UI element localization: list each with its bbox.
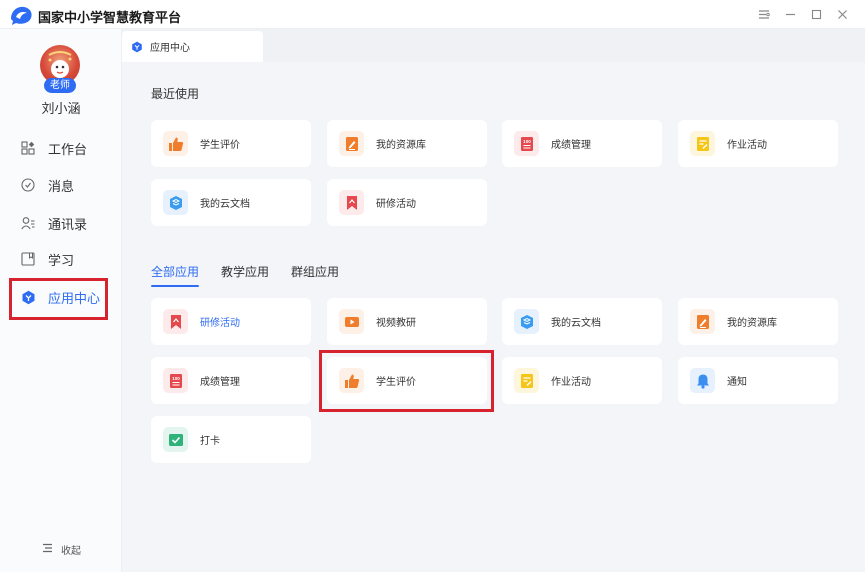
title-bar: 国家中小学智慧教育平台 [0,0,865,29]
workbench-icon [20,140,36,156]
svg-text:100: 100 [523,139,531,144]
app-card[interactable]: 视频教研 [327,298,487,345]
main-content: 最近使用 学生评价 我的资源库 100 成绩管理 作业活动 我的云文档 研修活动… [122,62,865,572]
app-card[interactable]: 研修活动 [151,298,311,345]
grade-management-icon: 100 [514,131,539,156]
app-label: 研修活动 [200,318,240,329]
app-label: 通知 [727,377,747,388]
app-label: 打卡 [200,436,220,447]
sidebar-item-contacts[interactable]: 通讯录 [20,212,87,234]
bookmark-icon [339,190,364,215]
recent-app-card[interactable]: 我的云文档 [151,179,311,226]
bell-icon [690,368,715,393]
svg-text:100: 100 [172,376,180,381]
category-tabs: 全部应用 教学应用 群组应用 [151,263,361,287]
app-label: 作业活动 [727,140,767,151]
recent-app-card[interactable]: 我的资源库 [327,120,487,167]
app-label: 成绩管理 [551,140,591,151]
close-icon[interactable] [833,5,851,23]
app-card[interactable]: 打卡 [151,416,311,463]
contacts-icon [20,215,36,231]
recent-app-card[interactable]: 作业活动 [678,120,838,167]
thumbs-up-icon [339,368,364,393]
bookmark-icon [163,309,188,334]
message-icon [20,177,36,193]
sidebar-item-label: 学习 [48,252,75,268]
app-label: 作业活动 [551,377,591,388]
app-card[interactable]: 作业活动 [502,357,662,404]
app-label: 我的云文档 [551,318,601,329]
sidebar-item-app-center[interactable]: 应用中心 [20,286,100,308]
cloud-doc-icon [514,309,539,334]
role-badge: 老师 [44,78,76,93]
maximize-icon[interactable] [807,5,825,23]
app-label: 我的云文档 [200,199,250,210]
tab-label: 应用中心 [150,43,190,54]
tab-group-apps[interactable]: 群组应用 [291,263,339,287]
grade-management-icon: 100 [163,368,188,393]
tab-strip: 应用中心 [122,29,865,62]
tab-app-center[interactable]: 应用中心 [122,31,263,62]
tab-teaching-apps[interactable]: 教学应用 [221,263,269,287]
sidebar-item-label: 消息 [48,178,75,194]
sidebar-item-label: 应用中心 [48,290,101,306]
app-card[interactable]: 100 成绩管理 [151,357,311,404]
collapse-label: 收起 [61,546,81,557]
platform-logo-icon [11,6,32,26]
app-label: 我的资源库 [727,318,777,329]
app-label: 视频教研 [376,318,416,329]
sidebar-item-workbench[interactable]: 工作台 [20,137,87,159]
collapse-icon [42,543,53,556]
resource-library-icon [339,131,364,156]
sidebar-item-label: 工作台 [48,141,88,157]
homework-icon [690,131,715,156]
app-label: 学生评价 [200,140,240,151]
check-in-icon [163,427,188,452]
app-label: 成绩管理 [200,377,240,388]
app-label: 学生评价 [376,377,416,388]
collapse-button[interactable]: 收起 [42,542,81,557]
sidebar-item-label: 通讯录 [48,216,88,232]
thumbs-up-icon [163,131,188,156]
recent-app-card[interactable]: 学生评价 [151,120,311,167]
user-name: 刘小涵 [41,101,81,116]
video-play-icon [339,309,364,334]
app-title: 国家中小学智慧教育平台 [38,10,182,25]
recent-app-card[interactable]: 100 成绩管理 [502,120,662,167]
homework-icon [514,368,539,393]
app-label: 研修活动 [376,199,416,210]
app-card[interactable]: 通知 [678,357,838,404]
app-card[interactable]: 学生评价 [327,357,487,404]
tab-all-apps[interactable]: 全部应用 [151,263,200,287]
sidebar: 老师 刘小涵 工作台 消息 通讯录 学习 应用中心 收起 [0,29,122,572]
recent-section-title: 最近使用 [151,87,200,101]
app-center-icon [20,289,36,305]
app-card[interactable]: 我的资源库 [678,298,838,345]
minimize-icon[interactable] [781,5,799,23]
sidebar-item-study[interactable]: 学习 [20,248,74,270]
study-icon [20,251,36,267]
sidebar-item-messages[interactable]: 消息 [20,174,74,196]
app-center-icon [131,41,143,53]
resource-library-icon [690,309,715,334]
cloud-doc-icon [163,190,188,215]
app-label: 我的资源库 [376,140,426,151]
settings-menu-icon[interactable] [755,5,773,23]
app-card[interactable]: 我的云文档 [502,298,662,345]
recent-app-card[interactable]: 研修活动 [327,179,487,226]
